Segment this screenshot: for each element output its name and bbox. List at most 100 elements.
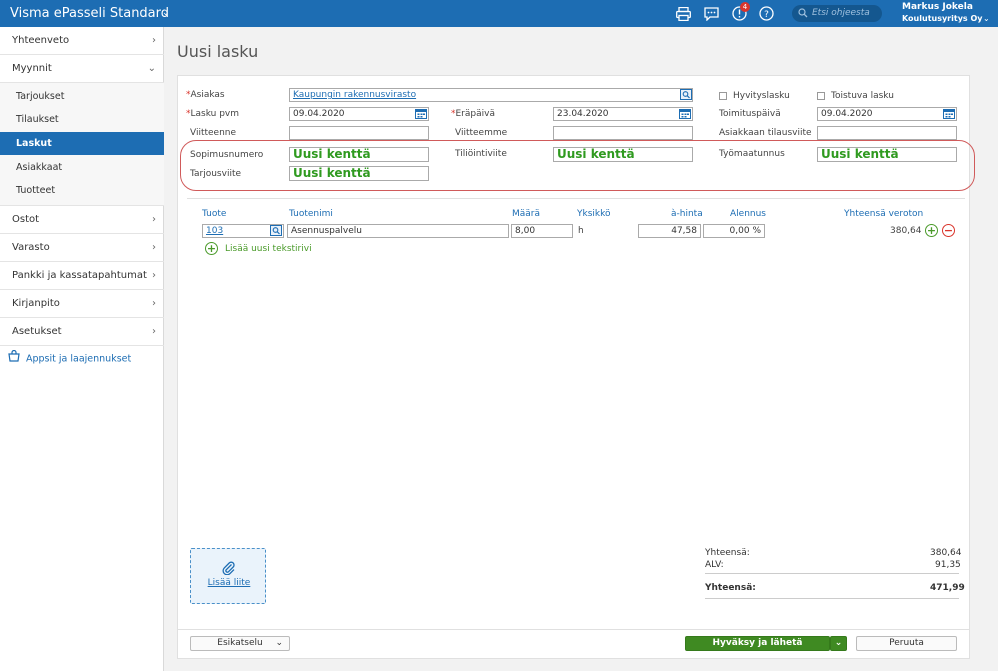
add-attachment-dropzone[interactable]: Lisää liite: [190, 548, 266, 604]
sidebar-item-offers[interactable]: Tarjoukset: [0, 85, 164, 108]
sidebar-item-customers[interactable]: Asiakkaat: [0, 156, 164, 179]
add-text-row-icon[interactable]: +: [205, 242, 218, 255]
account-reference-field[interactable]: Uusi kenttä: [553, 147, 693, 162]
sidebar: Yhteenveto › Myynnit ⌄ Tarjoukset Tilauk…: [0, 27, 164, 671]
chevron-down-icon: ⌄: [147, 63, 156, 74]
sidebar-item-label: Kirjanpito: [12, 298, 60, 309]
contract-number-field[interactable]: Uusi kenttä: [289, 147, 429, 162]
section-divider: [187, 198, 965, 199]
paperclip-icon: [222, 561, 236, 578]
vat-label: ALV:: [705, 560, 724, 570]
chevron-down-icon: ⌄: [275, 638, 283, 648]
lookup-icon[interactable]: [680, 89, 692, 100]
sidebar-item-products[interactable]: Tuotteet: [0, 179, 164, 202]
approve-send-dropdown[interactable]: ⌄: [830, 636, 847, 651]
lookup-icon[interactable]: [270, 225, 282, 236]
col-header-discount: Alennus: [730, 209, 766, 219]
row-discount-field[interactable]: 0,00 %: [703, 224, 765, 238]
chevron-right-icon: ›: [152, 326, 156, 337]
total-label: Yhteensä:: [705, 583, 756, 593]
row-unit-price-field[interactable]: 47,58: [638, 224, 701, 238]
offer-reference-label: Tarjousviite: [190, 169, 242, 179]
chevron-right-icon: ›: [152, 214, 156, 225]
your-reference-label: Viitteenne: [190, 128, 237, 138]
customer-order-ref-label: Asiakkaan tilausviite: [719, 128, 812, 138]
credit-note-checkbox[interactable]: [719, 92, 727, 100]
delivery-date-label: Toimituspäivä: [719, 109, 781, 119]
totals-divider: [705, 573, 959, 574]
col-header-unit: Yksikkö: [577, 209, 611, 219]
sidebar-item-label: Myynnit: [12, 63, 52, 74]
col-header-product: Tuote: [202, 209, 227, 219]
sidebar-item-settings[interactable]: Asetukset ›: [0, 318, 164, 346]
preview-button[interactable]: Esikatselu ⌄: [190, 636, 290, 651]
chevron-down-icon[interactable]: ⌄: [162, 8, 170, 18]
due-date-label: *Eräpäivä: [451, 109, 495, 119]
user-company[interactable]: Koulutusyritys Oy: [902, 14, 982, 23]
svg-text:?: ?: [764, 10, 769, 20]
page-title: Uusi lasku: [177, 42, 259, 61]
sidebar-item-inventory[interactable]: Varasto ›: [0, 234, 164, 262]
row-total: 380,64: [890, 226, 922, 236]
due-date-field[interactable]: 23.04.2020: [553, 107, 693, 121]
subtotal-label: Yhteensä:: [705, 548, 750, 558]
calendar-icon[interactable]: [415, 108, 427, 119]
user-name[interactable]: Markus Jokela: [902, 2, 973, 12]
row-unit[interactable]: h: [578, 226, 584, 236]
sidebar-item-apps[interactable]: Appsit ja laajennukset: [8, 349, 132, 368]
sidebar-item-label: Yhteenveto: [12, 35, 70, 46]
sidebar-item-orders[interactable]: Tilaukset: [0, 108, 164, 131]
app-title[interactable]: Visma ePasseli Standard: [10, 6, 169, 21]
search-icon: [798, 8, 808, 25]
sidebar-item-invoices[interactable]: Laskut: [0, 132, 164, 155]
chevron-right-icon: ›: [152, 270, 156, 281]
apps-label: Appsit ja laajennukset: [26, 353, 132, 365]
search-placeholder: Etsi ohjeesta: [812, 8, 870, 18]
sidebar-item-sales[interactable]: Myynnit ⌄: [0, 55, 164, 83]
add-text-row-link[interactable]: Lisää uusi tekstirivi: [225, 244, 312, 254]
top-bar: Visma ePasseli Standard ⌄ 4 ? Etsi ohjee…: [0, 0, 998, 27]
total-value: 471,99: [930, 583, 965, 593]
sidebar-item-purchases[interactable]: Ostot ›: [0, 206, 164, 234]
our-reference-field[interactable]: [553, 126, 693, 140]
delivery-date-field[interactable]: 09.04.2020: [817, 107, 957, 121]
calendar-icon[interactable]: [943, 108, 955, 119]
our-reference-label: Viitteemme: [455, 128, 508, 138]
sidebar-item-bank[interactable]: Pankki ja kassatapahtumat ›: [0, 262, 164, 290]
add-attachment-label: Lisää liite: [207, 578, 251, 588]
chevron-down-icon[interactable]: ⌄: [983, 14, 990, 23]
help-search-input[interactable]: Etsi ohjeesta: [792, 5, 882, 22]
chevron-down-icon: ⌄: [834, 638, 843, 648]
chat-icon[interactable]: [703, 5, 720, 22]
invoice-date-field[interactable]: 09.04.2020: [289, 107, 429, 121]
row-product-name-field[interactable]: Asennuspalvelu: [287, 224, 509, 238]
customer-order-ref-field[interactable]: [817, 126, 957, 140]
your-reference-field[interactable]: [289, 126, 429, 140]
sidebar-item-overview[interactable]: Yhteenveto ›: [0, 27, 164, 55]
worksite-id-field[interactable]: Uusi kenttä: [817, 147, 957, 162]
customer-label: *Asiakas: [186, 90, 225, 100]
print-icon[interactable]: [675, 5, 692, 22]
contract-number-label: Sopimusnumero: [190, 150, 264, 160]
subtotal-value: 380,64: [930, 548, 962, 558]
help-icon[interactable]: ?: [758, 5, 775, 22]
calendar-icon[interactable]: [679, 108, 691, 119]
preview-button-label: Esikatselu: [217, 638, 263, 648]
recurring-checkbox[interactable]: [817, 92, 825, 100]
row-quantity-field[interactable]: 8,00: [511, 224, 573, 238]
customer-field[interactable]: Kaupungin rakennusvirasto: [289, 88, 693, 102]
offer-reference-field[interactable]: Uusi kenttä: [289, 166, 429, 181]
approve-send-button[interactable]: Hyväksy ja lähetä verkkolaskuna: [685, 636, 830, 661]
notification-badge: 4: [740, 2, 750, 12]
sidebar-item-label: Ostot: [12, 214, 40, 225]
sidebar-item-label: Varasto: [12, 242, 50, 253]
remove-row-icon[interactable]: −: [942, 224, 955, 237]
cancel-button[interactable]: Peruuta: [856, 636, 957, 651]
form-footer: [177, 629, 970, 659]
basket-icon: [8, 349, 20, 368]
sidebar-item-label: Pankki ja kassatapahtumat: [12, 270, 147, 281]
add-row-icon[interactable]: +: [925, 224, 938, 237]
totals-divider: [705, 598, 959, 599]
col-header-quantity: Määrä: [512, 209, 541, 219]
sidebar-item-accounting[interactable]: Kirjanpito ›: [0, 290, 164, 318]
